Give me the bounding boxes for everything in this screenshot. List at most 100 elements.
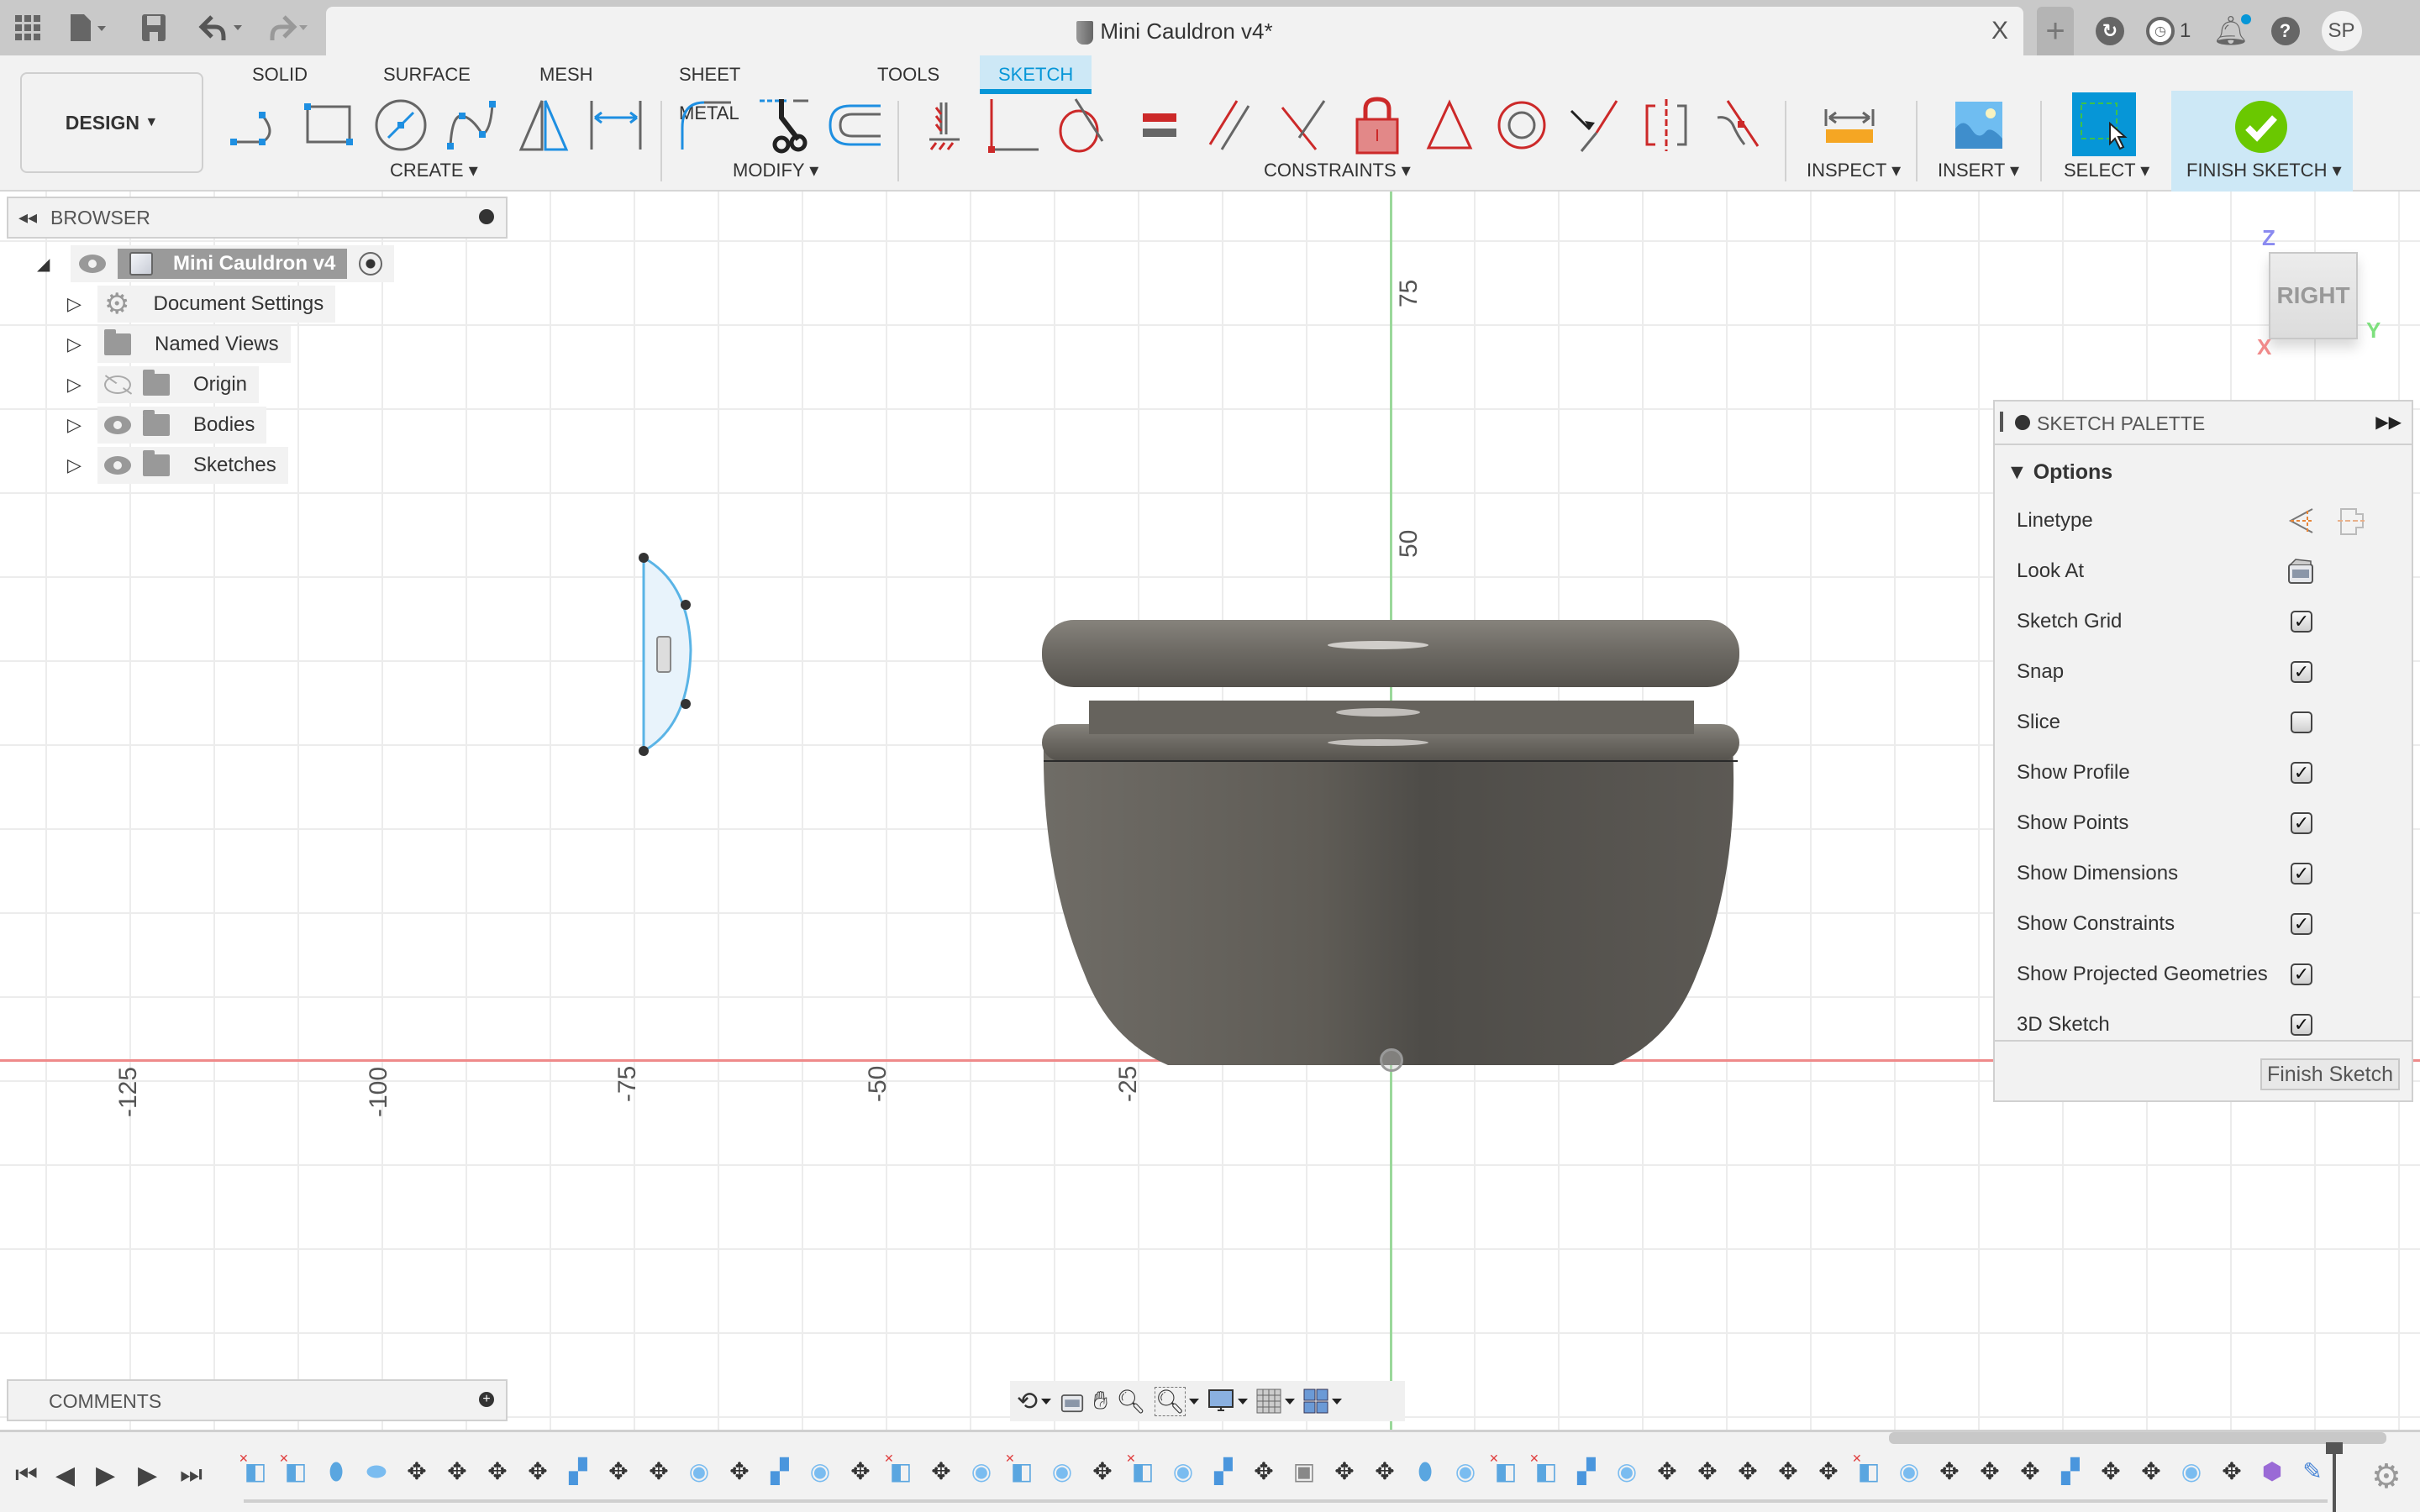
finish-sketch-button[interactable]: Finish Sketch xyxy=(2260,1058,2400,1090)
spline-tool[interactable] xyxy=(442,96,501,155)
look-at-icon[interactable] xyxy=(2287,558,2314,585)
timeline-feature-move-icon[interactable]: ✥ xyxy=(1655,1457,1679,1486)
timeline-play-button[interactable]: ▶ xyxy=(96,1461,115,1490)
redo-button[interactable] xyxy=(264,8,314,47)
select-tool[interactable] xyxy=(2072,92,2136,156)
add-comment-button[interactable]: + xyxy=(479,1392,494,1407)
timeline-feature-shell-icon[interactable]: ▣ xyxy=(1292,1457,1316,1486)
tangent-constraint[interactable] xyxy=(1055,96,1114,155)
select-menu[interactable]: SELECT ▾ xyxy=(2064,160,2149,181)
finish-sketch-group[interactable]: FINISH SKETCH ▾ xyxy=(2171,91,2353,192)
expand-palette-icon[interactable]: ▶▶ xyxy=(2375,412,2402,433)
sketch-grid-checkbox[interactable]: ✓ xyxy=(2291,611,2312,633)
browser-item-named-views[interactable]: ▷ Named Views xyxy=(67,326,291,363)
drag-handle[interactable] xyxy=(2000,412,2003,432)
insert-menu[interactable]: INSERT ▾ xyxy=(1938,160,2019,181)
tab-mesh[interactable]: MESH xyxy=(521,55,612,94)
timeline-next-button[interactable]: ▶ xyxy=(138,1461,157,1490)
finish-sketch-menu[interactable]: FINISH SKETCH ▾ xyxy=(2186,160,2342,181)
visibility-eye-icon[interactable] xyxy=(79,255,106,273)
timeline-feature-move-icon[interactable]: ✥ xyxy=(486,1457,509,1486)
collapse-triangle-icon[interactable]: ◢ xyxy=(37,254,71,275)
measure-tool[interactable] xyxy=(1820,96,1879,155)
workspace-switcher[interactable]: DESIGN ▼ xyxy=(20,72,203,173)
origin-point[interactable] xyxy=(1380,1048,1403,1072)
viewcube-face[interactable]: RIGHT xyxy=(2269,252,2358,339)
expand-triangle-icon[interactable]: ▷ xyxy=(67,454,97,476)
timeline-feature-move-icon[interactable]: ✥ xyxy=(1333,1457,1356,1486)
expand-triangle-icon[interactable]: ▷ xyxy=(67,293,97,315)
timeline-feature-extrude-icon[interactable]: ▞ xyxy=(1212,1457,1235,1486)
timeline-feature-move-icon[interactable]: ✥ xyxy=(1373,1457,1397,1486)
midpoint-constraint[interactable] xyxy=(1565,96,1623,155)
timeline-feature-move-icon[interactable]: ✥ xyxy=(2018,1457,2042,1486)
create-menu[interactable]: CREATE ▾ xyxy=(390,160,478,181)
timeline-feature-move-icon[interactable]: ✥ xyxy=(445,1457,469,1486)
browser-item-document-settings[interactable]: ▷ ⚙ Document Settings xyxy=(67,286,336,323)
show-constraints-checkbox[interactable]: ✓ xyxy=(2291,913,2312,935)
timeline-feature-extrude-icon[interactable]: ▞ xyxy=(566,1457,590,1486)
circle-tool[interactable] xyxy=(371,96,430,155)
visibility-eye-icon[interactable] xyxy=(104,416,131,434)
timeline-feature-torus-icon[interactable]: ◉ xyxy=(808,1457,832,1486)
snap-checkbox[interactable]: ✓ xyxy=(2291,661,2312,683)
timeline-feature-move-icon[interactable]: ✥ xyxy=(2139,1457,2163,1486)
sketch-palette-header[interactable]: SKETCH PALETTE ▶▶ xyxy=(1995,402,2412,445)
new-tab-button[interactable]: + xyxy=(2037,7,2074,55)
construction-linetype-icon[interactable] xyxy=(2287,507,2316,536)
show-points-checkbox[interactable]: ✓ xyxy=(2291,812,2312,834)
trim-tool[interactable] xyxy=(755,96,813,155)
grid-settings-button[interactable] xyxy=(1256,1384,1296,1418)
insert-image-tool[interactable] xyxy=(1949,96,2008,155)
expand-triangle-icon[interactable]: ▷ xyxy=(67,374,97,396)
timeline-feature-extrude-icon[interactable]: ▞ xyxy=(1575,1457,1598,1486)
tab-sketch[interactable]: SKETCH xyxy=(980,55,1092,94)
timeline-feature-box-x-icon[interactable]: ◧ ✕ xyxy=(1529,1452,1558,1486)
zoom-button[interactable]: 🔍︎ xyxy=(1116,1384,1146,1418)
browser-pin-button[interactable] xyxy=(479,209,494,224)
timeline-previous-button[interactable]: ◀ xyxy=(55,1461,75,1490)
equal-constraint[interactable] xyxy=(1131,96,1190,155)
look-at-button[interactable] xyxy=(1060,1384,1085,1418)
browser-item-bodies[interactable]: ▷ Bodies xyxy=(67,407,267,444)
line-tool[interactable] xyxy=(227,96,286,155)
3d-viewport[interactable]: -125 -100 -75 -50 -25 75 50 ◂◂ BROWSER ◢… xyxy=(0,192,2420,1430)
timeline-feature-torus-icon[interactable]: ◉ xyxy=(2180,1457,2203,1486)
dimension-tool[interactable] xyxy=(587,96,645,155)
timeline-feature-extrude-icon[interactable]: ▞ xyxy=(768,1457,792,1486)
close-tab-button[interactable]: X xyxy=(1991,17,2008,45)
tab-solid[interactable]: SOLID xyxy=(234,55,326,94)
timeline-feature-box-x-icon[interactable]: ◧ ✕ xyxy=(1489,1452,1518,1486)
modify-menu[interactable]: MODIFY ▾ xyxy=(733,160,818,181)
3d-sketch-checkbox[interactable]: ✓ xyxy=(2291,1014,2312,1036)
timeline-feature-move-icon[interactable]: ✥ xyxy=(849,1457,872,1486)
fit-button[interactable]: 🔍︎ xyxy=(1154,1384,1200,1418)
timeline-feature-box-x-icon[interactable]: ◧ ✕ xyxy=(279,1452,308,1486)
inspect-menu[interactable]: INSPECT ▾ xyxy=(1807,160,1901,181)
timeline-feature-move-icon[interactable]: ✥ xyxy=(1817,1457,1840,1486)
timeline-scrollbar[interactable] xyxy=(1889,1432,2386,1444)
expand-triangle-icon[interactable]: ▷ xyxy=(67,333,97,355)
show-profile-checkbox[interactable]: ✓ xyxy=(2291,762,2312,784)
user-avatar[interactable]: SP xyxy=(2321,11,2362,51)
viewports-button[interactable] xyxy=(1303,1384,1343,1418)
show-projected-geometries-checkbox[interactable]: ✓ xyxy=(2291,963,2312,985)
coincident-constraint[interactable] xyxy=(985,96,1044,155)
options-section-toggle[interactable]: ▼ Options xyxy=(2007,460,2112,485)
timeline-feature-cylinder-icon[interactable]: ⬮ xyxy=(324,1457,348,1486)
expand-triangle-icon[interactable]: ▷ xyxy=(67,414,97,436)
timeline-feature-move-icon[interactable]: ✥ xyxy=(647,1457,671,1486)
display-settings-button[interactable] xyxy=(1207,1384,1249,1418)
timeline-feature-move-icon[interactable]: ✥ xyxy=(1696,1457,1719,1486)
timeline-feature-torus-icon[interactable]: ◉ xyxy=(970,1457,993,1486)
timeline-feature-move-icon[interactable]: ✥ xyxy=(2099,1457,2123,1486)
undo-button[interactable] xyxy=(198,8,249,47)
timeline-feature-cylinder-icon[interactable]: ⬮ xyxy=(1413,1457,1437,1486)
timeline-feature-move-icon[interactable]: ✥ xyxy=(1736,1457,1760,1486)
browser-item-sketches[interactable]: ▷ Sketches xyxy=(67,447,288,484)
timeline-feature-torus-icon[interactable]: ◉ xyxy=(1615,1457,1639,1486)
file-menu-button[interactable] xyxy=(69,8,113,47)
timeline-feature-move-icon[interactable]: ✥ xyxy=(405,1457,429,1486)
timeline-marker[interactable] xyxy=(2326,1442,2343,1512)
collapse-browser-icon[interactable]: ◂◂ xyxy=(18,207,37,228)
